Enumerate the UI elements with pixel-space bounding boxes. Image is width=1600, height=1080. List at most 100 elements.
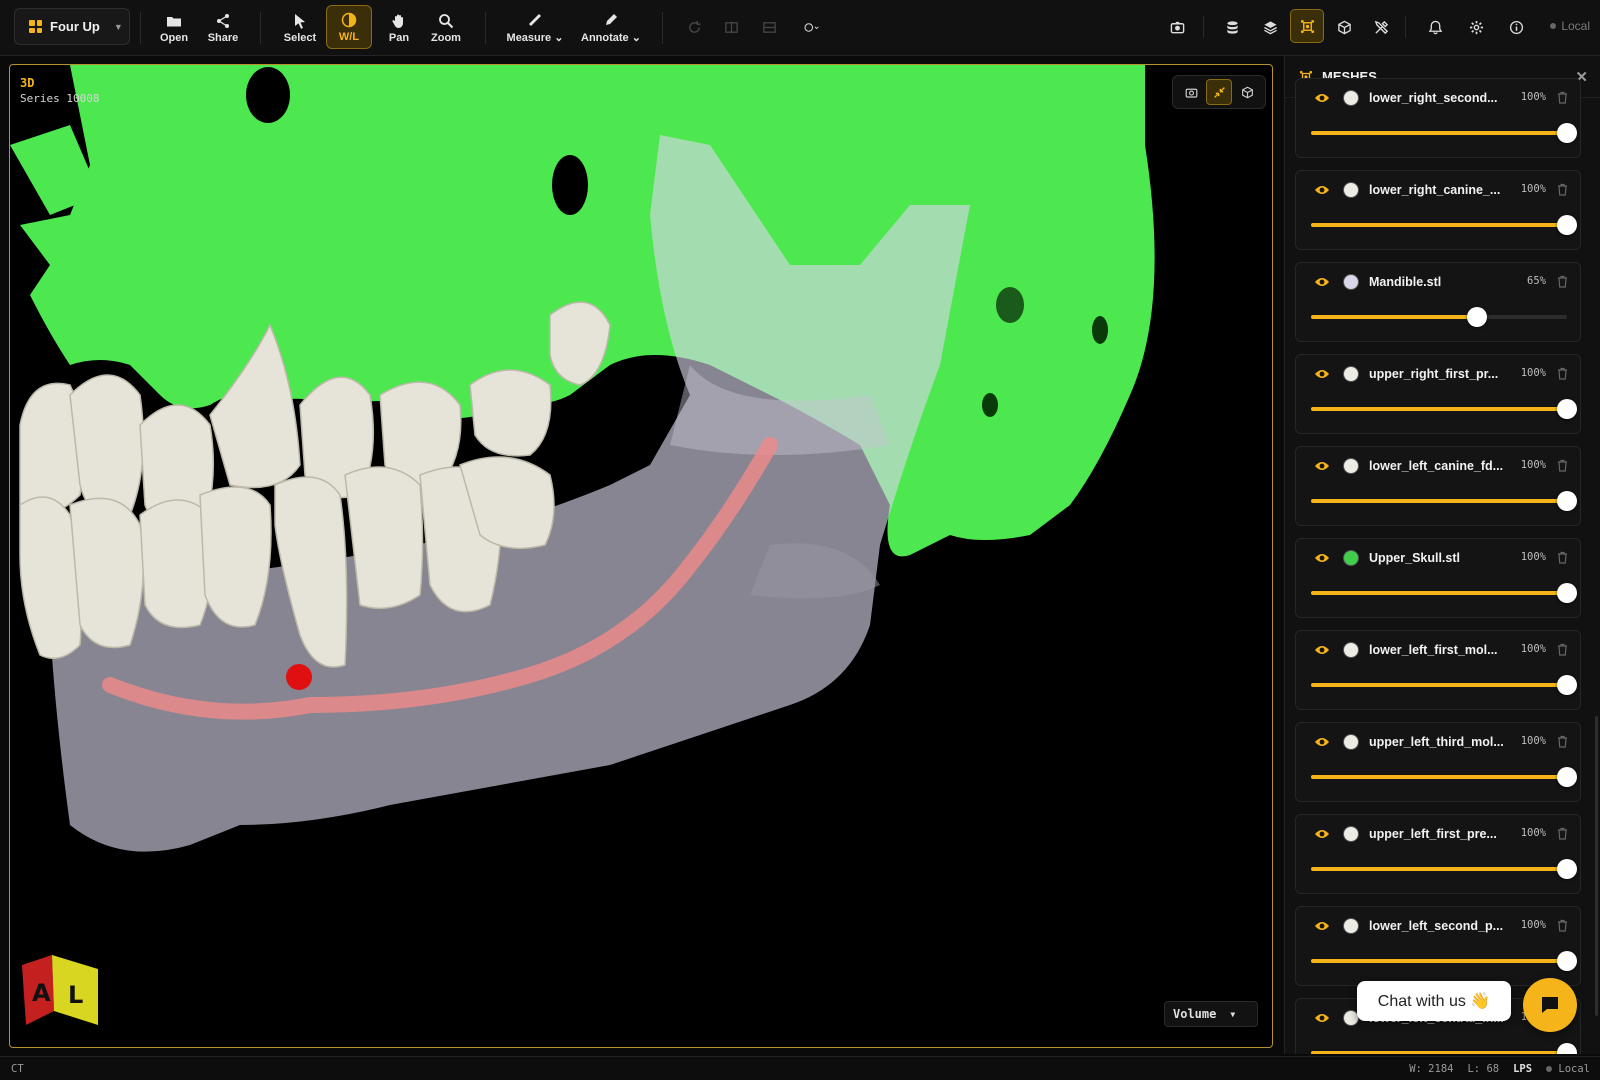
mesh-item[interactable]: Mandible.stl 65% [1295,262,1581,342]
annotate-tool-button[interactable]: Annotate ⌄ [580,8,642,48]
opacity-slider[interactable] [1311,123,1577,143]
trash-icon[interactable] [1557,91,1568,104]
info-icon[interactable] [1503,14,1529,40]
toolbar-divider [1203,16,1204,38]
layout-selector[interactable]: Four Up ▼ [14,8,130,45]
visibility-eye-icon[interactable] [1314,367,1330,381]
trash-icon[interactable] [1557,183,1568,196]
database-icon[interactable] [1219,14,1245,40]
flip-horizontal-icon[interactable] [718,14,744,40]
mesh-item[interactable]: lower_right_canine_... 100% [1295,170,1581,250]
visibility-eye-icon[interactable] [1314,91,1330,105]
trash-icon[interactable] [1557,367,1568,380]
bell-icon[interactable] [1422,14,1448,40]
mesh-name: lower_right_canine_... [1369,183,1501,197]
mesh-render-scene[interactable] [10,65,1273,1048]
camera-icon[interactable] [1164,14,1190,40]
trash-icon[interactable] [1557,827,1568,840]
visibility-eye-icon[interactable] [1314,919,1330,933]
opacity-slider[interactable] [1311,675,1577,695]
measure-tool-button[interactable]: Measure ⌄ [506,8,564,48]
opacity-slider[interactable] [1311,307,1567,327]
visibility-eye-icon[interactable] [1314,459,1330,473]
reset-icon[interactable] [681,14,707,40]
chat-launcher-button[interactable] [1523,978,1577,1032]
visibility-eye-icon[interactable] [1314,275,1330,289]
opacity-slider[interactable] [1311,399,1577,419]
mesh-item[interactable]: lower_right_second... 100% [1295,78,1581,158]
share-button[interactable]: Share [203,8,243,48]
compass-dropdown-icon[interactable] [795,14,827,40]
opacity-slider[interactable] [1311,215,1577,235]
status-dot-icon [1546,1066,1553,1072]
mesh-color-swatch[interactable] [1343,182,1359,198]
opacity-slider-handle[interactable] [1557,1043,1577,1054]
tools-icon[interactable] [1368,14,1394,40]
viewport-screenshot-icon[interactable] [1178,79,1204,105]
visibility-eye-icon[interactable] [1314,643,1330,657]
mesh-opacity-label: 100% [1520,459,1546,471]
mesh-color-swatch[interactable] [1343,90,1359,106]
mesh-item[interactable]: upper_left_third_mol... 100% [1295,722,1581,802]
trash-icon[interactable] [1557,643,1568,656]
layers-icon[interactable] [1257,14,1283,40]
mesh-color-swatch[interactable] [1343,918,1359,934]
viewport-3d[interactable]: 3D Series 10008 A L Volume ▼ [9,64,1273,1048]
opacity-slider[interactable] [1311,491,1577,511]
trash-icon[interactable] [1557,735,1568,748]
mesh-item[interactable]: upper_left_first_pre... 100% [1295,814,1581,894]
opacity-slider-handle[interactable] [1557,767,1577,787]
trash-icon[interactable] [1557,459,1568,472]
visibility-eye-icon[interactable] [1314,551,1330,565]
meshes-panel-icon[interactable] [1290,9,1324,43]
pan-tool-button[interactable]: Pan [384,8,414,48]
opacity-slider-handle[interactable] [1557,583,1577,603]
zoom-tool-button[interactable]: Zoom [428,8,464,48]
opacity-slider[interactable] [1311,859,1577,879]
mesh-color-swatch[interactable] [1343,734,1359,750]
opacity-slider[interactable] [1311,767,1577,787]
opacity-slider-handle[interactable] [1557,491,1577,511]
opacity-slider-handle[interactable] [1557,951,1577,971]
opacity-slider-handle[interactable] [1467,307,1488,327]
trash-icon[interactable] [1557,275,1568,288]
opacity-slider-handle[interactable] [1557,215,1577,235]
render-mode-select[interactable]: Volume ▼ [1164,1001,1258,1027]
visibility-eye-icon[interactable] [1314,183,1330,197]
cube-icon[interactable] [1331,14,1357,40]
trash-icon[interactable] [1557,919,1568,932]
viewport-cube-icon[interactable] [1234,79,1260,105]
trash-icon[interactable] [1557,551,1568,564]
select-tool-button[interactable]: Select [280,8,320,48]
chat-prompt-bubble[interactable]: Chat with us 👋 [1357,981,1511,1021]
mesh-color-swatch[interactable] [1343,826,1359,842]
collapse-view-icon[interactable] [1206,79,1232,105]
visibility-eye-icon[interactable] [1314,735,1330,749]
opacity-slider[interactable] [1311,951,1577,971]
opacity-slider-handle[interactable] [1557,675,1577,695]
window-level-tool-button[interactable]: W/L [326,5,372,49]
mesh-color-swatch[interactable] [1343,366,1359,382]
opacity-slider[interactable] [1311,1043,1577,1054]
flip-vertical-icon[interactable] [756,14,782,40]
mesh-item[interactable]: lower_left_second_p... 100% [1295,906,1581,986]
opacity-slider-handle[interactable] [1557,123,1577,143]
mesh-color-swatch[interactable] [1343,458,1359,474]
open-button[interactable]: Open [156,8,192,48]
visibility-eye-icon[interactable] [1314,827,1330,841]
view-type-label: 3D [20,76,35,90]
opacity-slider-handle[interactable] [1557,859,1577,879]
mesh-color-swatch[interactable] [1343,274,1359,290]
mesh-item[interactable]: upper_right_first_pr... 100% [1295,354,1581,434]
mesh-item[interactable]: lower_left_canine_fd... 100% [1295,446,1581,526]
mesh-item[interactable]: lower_left_first_mol... 100% [1295,630,1581,710]
mesh-name: lower_right_second... [1369,91,1498,105]
mesh-color-swatch[interactable] [1343,642,1359,658]
mesh-item[interactable]: Upper_Skull.stl 100% [1295,538,1581,618]
mesh-color-swatch[interactable] [1343,550,1359,566]
panel-scrollbar[interactable] [1595,716,1598,1016]
opacity-slider-handle[interactable] [1557,399,1577,419]
visibility-eye-icon[interactable] [1314,1011,1330,1025]
gear-icon[interactable] [1463,14,1489,40]
opacity-slider[interactable] [1311,583,1577,603]
